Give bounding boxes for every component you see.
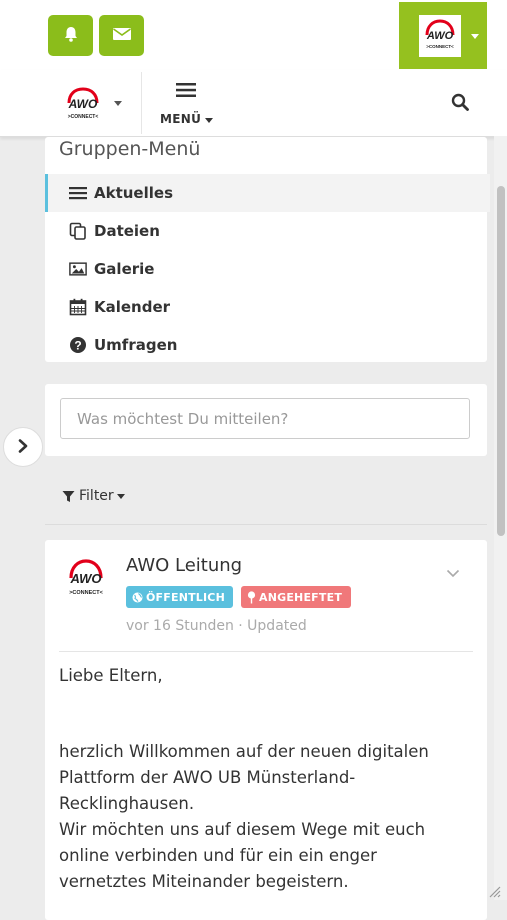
- post-line: herzlich Willkommen auf der neuen digita…: [59, 742, 429, 761]
- filter-icon: [62, 490, 75, 503]
- scrollbar-thumb[interactable]: [497, 186, 505, 536]
- awo-logo: AWO >CONNECT<: [69, 559, 103, 596]
- calendar-icon: [69, 298, 87, 316]
- group-menu-panel: Gruppen-Menü Aktuelles Dateien Galerie K…: [45, 137, 490, 364]
- awo-logo: AWO >CONNECT<: [425, 19, 455, 49]
- post-author-name[interactable]: AWO Leitung: [126, 555, 242, 576]
- group-menu-item-label: Umfragen: [94, 336, 178, 354]
- menu-label[interactable]: MENÜ: [160, 112, 201, 126]
- chevron-right-icon: [17, 438, 29, 457]
- filter-label: Filter: [79, 488, 114, 504]
- search-icon[interactable]: [451, 93, 469, 115]
- chevron-down-icon: [205, 118, 213, 123]
- bell-icon: [62, 25, 80, 47]
- post-options-chevron-icon[interactable]: [446, 563, 460, 582]
- globe-icon: [132, 592, 143, 603]
- group-menu-item-aktuelles[interactable]: Aktuelles: [45, 174, 490, 212]
- group-menu-item-label: Dateien: [94, 222, 160, 240]
- post-meta: vor 16 Stunden · Updated: [126, 618, 307, 634]
- account-avatar: AWO >CONNECT<: [419, 15, 461, 57]
- pinned-badge-label: ANGEHEFTET: [259, 590, 343, 604]
- filter-divider: [45, 524, 487, 525]
- group-menu-item-dateien[interactable]: Dateien: [45, 212, 487, 250]
- post-header-divider: [59, 651, 473, 652]
- post-line: Plattform der AWO UB Münsterland-: [59, 768, 356, 787]
- envelope-icon: [112, 26, 132, 46]
- visibility-badge-label: ÖFFENTLICH: [146, 590, 225, 604]
- post-author-avatar[interactable]: AWO >CONNECT<: [63, 556, 109, 602]
- svg-text:AWO: AWO: [68, 97, 98, 111]
- sidebar-toggle-button[interactable]: [3, 427, 43, 467]
- svg-text:>CONNECT<: >CONNECT<: [68, 114, 99, 120]
- awo-logo: AWO >CONNECT<: [67, 87, 99, 120]
- group-menu-title: Gruppen-Menü: [59, 138, 201, 160]
- pinned-badge: ANGEHEFTET: [241, 586, 351, 608]
- svg-text:?: ?: [74, 338, 81, 352]
- svg-text:>CONNECT<: >CONNECT<: [69, 590, 103, 596]
- files-icon: [69, 222, 87, 240]
- notifications-button[interactable]: [48, 15, 93, 56]
- navbar-divider: [141, 72, 142, 134]
- group-menu-item-label: Galerie: [94, 260, 155, 278]
- post-line: vernetztes Miteinander begeistern.: [59, 872, 349, 891]
- post-line: Recklinghausen.: [59, 794, 195, 813]
- chevron-down-icon: [471, 34, 479, 39]
- account-menu-button[interactable]: AWO >CONNECT<: [399, 2, 487, 69]
- post-line: online verbinden und für ein ein enger: [59, 846, 377, 865]
- chevron-down-icon: [116, 493, 125, 499]
- svg-text:AWO: AWO: [426, 30, 454, 42]
- visibility-badge: ÖFFENTLICH: [126, 586, 233, 608]
- resize-grip-icon[interactable]: [487, 883, 501, 902]
- home-logo-link[interactable]: AWO >CONNECT<: [62, 85, 104, 127]
- post-greeting: Liebe Eltern,: [59, 666, 163, 685]
- chevron-down-icon[interactable]: [114, 101, 122, 106]
- question-circle-icon: ?: [69, 336, 87, 354]
- svg-text:AWO: AWO: [69, 571, 101, 586]
- group-menu-item-label: Kalender: [94, 298, 171, 316]
- navbar: AWO >CONNECT< MENÜ: [0, 70, 507, 137]
- hamburger-icon[interactable]: [176, 82, 196, 102]
- composer-panel: Was möchtest Du mitteilen?: [45, 384, 487, 456]
- top-bar: AWO >CONNECT<: [0, 0, 507, 70]
- group-menu-item-umfragen[interactable]: ? Umfragen: [45, 326, 487, 364]
- group-menu-item-kalender[interactable]: Kalender: [45, 288, 487, 326]
- messages-button[interactable]: [99, 15, 144, 56]
- post-composer-input[interactable]: Was möchtest Du mitteilen?: [60, 398, 470, 439]
- group-menu-item-galerie[interactable]: Galerie: [45, 250, 487, 288]
- group-menu-item-label: Aktuelles: [94, 184, 173, 202]
- map-pin-icon: [247, 590, 256, 604]
- image-icon: [69, 260, 87, 278]
- post-line: Wir möchten uns auf diesem Wege mit euch: [59, 820, 426, 839]
- svg-text:>CONNECT<: >CONNECT<: [426, 44, 454, 49]
- list-icon: [69, 184, 87, 202]
- filter-dropdown[interactable]: Filter: [62, 488, 125, 504]
